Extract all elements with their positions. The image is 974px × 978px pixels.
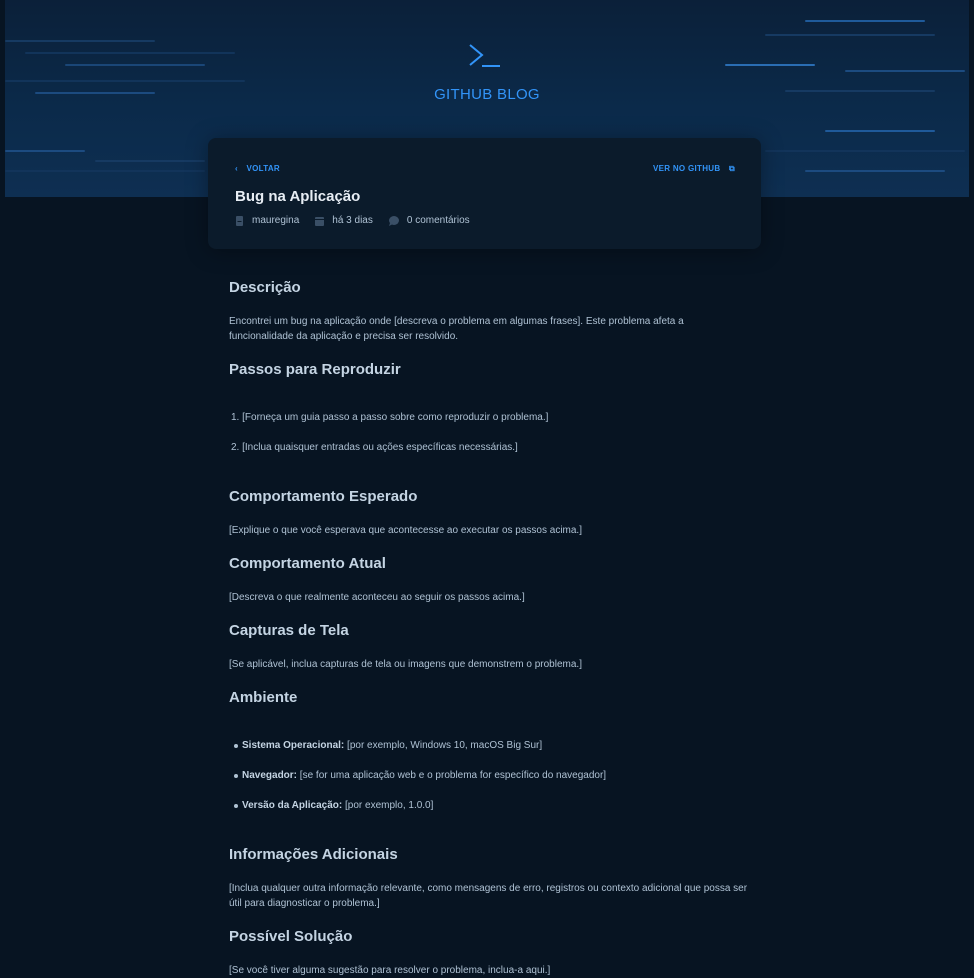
list-bullet	[234, 804, 238, 808]
post-meta: mauregina há 3 dias 0 comentários	[235, 215, 486, 226]
external-link-icon: ⧉	[728, 164, 735, 173]
chevron-left-icon: ‹	[235, 164, 238, 173]
section-text-adicionais: [Inclua qualquer outra informação releva…	[229, 883, 748, 909]
author-meta: mauregina	[235, 215, 299, 226]
section-text-atual: [Descreva o que realmente aconteceu ao s…	[229, 592, 525, 603]
list-item: Navegador: [se for uma aplicação web e o…	[242, 770, 606, 781]
post-time: há 3 dias	[332, 215, 373, 226]
section-heading-esperado: Comportamento Esperado	[229, 488, 418, 505]
env-label: Sistema Operacional:	[242, 740, 345, 751]
section-heading-capturas: Capturas de Tela	[229, 622, 349, 639]
comment-icon	[388, 215, 399, 226]
list-item: Sistema Operacional: [por exemplo, Windo…	[242, 740, 542, 751]
github-link[interactable]: VER NO GITHUB ⧉	[653, 164, 735, 174]
post-header-card: ‹ VOLTAR VER NO GITHUB ⧉ Bug na Aplicaçã…	[208, 138, 761, 249]
github-label: VER NO GITHUB	[652, 164, 721, 173]
post-title: Bug na Aplicação	[235, 188, 361, 205]
comment-count: 0 comentários	[406, 215, 470, 226]
list-item: 1. [Forneça um guia passo a passo sobre …	[231, 412, 549, 423]
section-heading-descricao: Descrição	[229, 279, 301, 296]
env-value: [por exemplo, Windows 10, macOS Big Sur]	[344, 740, 543, 751]
section-heading-atual: Comportamento Atual	[229, 555, 386, 572]
section-heading-adicionais: Informações Adicionais	[229, 846, 398, 863]
list-bullet	[234, 744, 238, 748]
list-item: Versão da Aplicação: [por exemplo, 1.0.0…	[242, 800, 433, 811]
calendar-icon	[315, 216, 325, 226]
list-item: 2. [Inclua quaisquer entradas ou ações e…	[231, 442, 518, 453]
date-meta: há 3 dias	[315, 215, 373, 226]
env-label: Versão da Aplicação:	[242, 800, 343, 811]
comments-meta: 0 comentários	[388, 215, 470, 226]
terminal-icon	[469, 44, 500, 67]
section-text-descricao: Encontrei um bug na aplicação onde [desc…	[229, 316, 684, 342]
list-bullet	[234, 774, 238, 778]
section-heading-solucao: Possível Solução	[229, 928, 353, 945]
section-heading-passos: Passos para Reproduzir	[229, 361, 401, 378]
user-icon	[236, 215, 243, 226]
env-value: [por exemplo, 1.0.0]	[342, 800, 434, 811]
env-value: [se for uma aplicação web e o problema f…	[297, 770, 607, 781]
back-link[interactable]: ‹ VOLTAR	[235, 164, 280, 173]
back-label: VOLTAR	[246, 164, 280, 173]
section-heading-ambiente: Ambiente	[229, 689, 298, 706]
section-text-capturas: [Se aplicável, inclua capturas de tela o…	[229, 659, 582, 670]
section-text-esperado: [Explique o que você esperava que aconte…	[229, 525, 582, 536]
env-label: Navegador:	[242, 770, 298, 781]
brand-title: GITHUB BLOG	[434, 86, 540, 103]
author-name: mauregina	[252, 215, 300, 226]
